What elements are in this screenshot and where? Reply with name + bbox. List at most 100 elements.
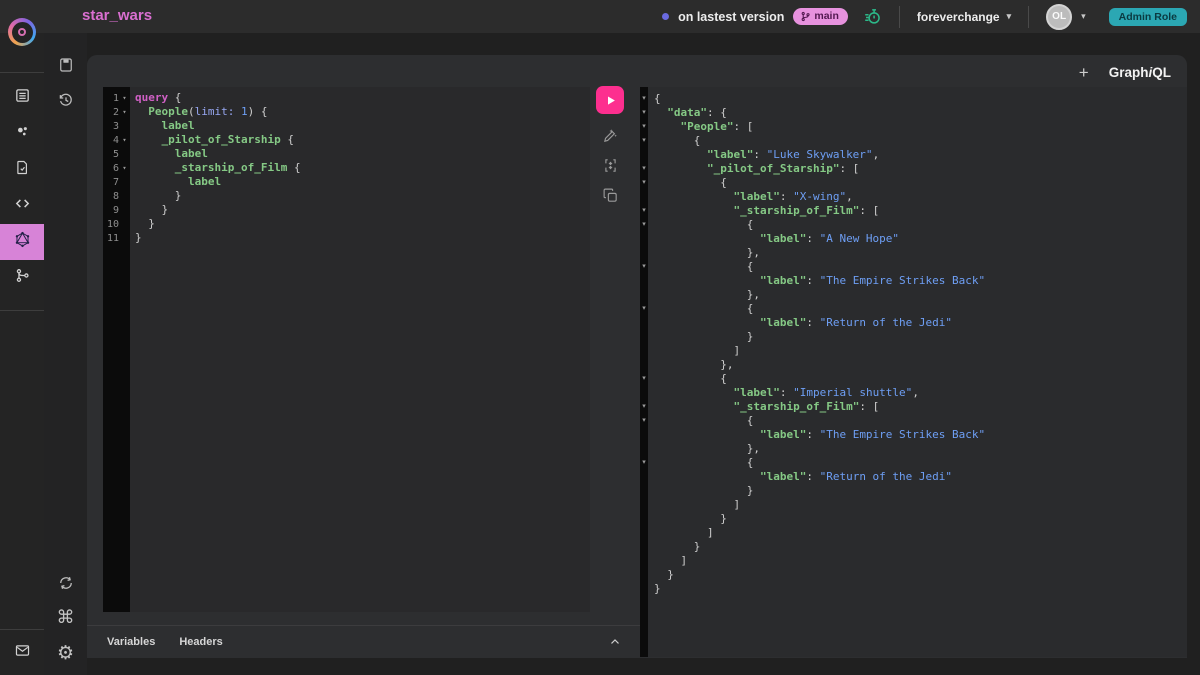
- fold-marker-icon[interactable]: ▾: [640, 179, 648, 186]
- fold-marker-icon[interactable]: ▾: [640, 207, 648, 214]
- sidebar-item-graphql-icon[interactable]: [0, 224, 44, 260]
- gutter-line[interactable]: 8: [103, 189, 130, 203]
- settings-icon[interactable]: ⚙: [44, 640, 87, 666]
- refetch-icon[interactable]: [44, 570, 87, 596]
- response-line: {: [654, 92, 1187, 106]
- response-line: ]: [654, 344, 1187, 358]
- fold-marker-icon[interactable]: ▾: [640, 95, 648, 102]
- gutter-line[interactable]: 1▾: [103, 91, 130, 105]
- merge-icon[interactable]: [602, 157, 619, 174]
- sidebar-item-mail-icon[interactable]: [0, 630, 44, 675]
- gutter-line[interactable]: 10: [103, 217, 130, 231]
- fold-marker-icon[interactable]: ▾: [640, 263, 648, 270]
- gutter-line[interactable]: 11: [103, 231, 130, 245]
- fold-marker-icon[interactable]: ▾: [640, 305, 648, 312]
- app-logo-icon[interactable]: [8, 18, 36, 46]
- response-line: "_starship_of_Film": [: [654, 204, 1187, 218]
- fold-marker-icon[interactable]: ▾: [640, 165, 648, 172]
- topbar-divider: [1028, 6, 1029, 28]
- session-header: + GraphiQL: [1079, 64, 1171, 81]
- chevron-up-icon[interactable]: [608, 635, 622, 654]
- response-line: {: [654, 176, 1187, 190]
- branch-badge[interactable]: main: [793, 8, 848, 25]
- response-fold-gutter: ▾ ▾ ▾ ▾ ▾ ▾ ▾ ▾ ▾ ▾ ▾ ▾ ▾ ▾: [640, 87, 648, 657]
- response-line: "label": "X-wing",: [654, 190, 1187, 204]
- copy-icon[interactable]: [602, 187, 619, 204]
- graphiql-panel: + GraphiQL 1▾2▾34▾56▾7891011 query { Peo…: [87, 55, 1187, 658]
- prettify-icon[interactable]: [602, 127, 619, 144]
- response-line: ]: [654, 526, 1187, 540]
- response-line: {: [654, 218, 1187, 232]
- shortcut-keys-icon[interactable]: ⌘: [44, 605, 87, 631]
- code-line: _pilot_of_Starship {: [135, 133, 590, 147]
- response-panel: ▾ ▾ ▾ ▾ ▾ ▾ ▾ ▾ ▾ ▾ ▾ ▾ ▾ ▾ { "data": { "People": [ {…: [640, 87, 1187, 657]
- fold-marker-icon[interactable]: ▾: [640, 403, 648, 410]
- response-line: "label": "A New Hope": [654, 232, 1187, 246]
- stopwatch-icon[interactable]: [863, 7, 882, 26]
- response-line: "label": "Imperial shuttle",: [654, 386, 1187, 400]
- gutter-line[interactable]: 9: [103, 203, 130, 217]
- graphql-icon: [14, 231, 31, 253]
- sidebar-item-cluster-icon[interactable]: [0, 116, 44, 152]
- fold-marker-icon[interactable]: ▾: [640, 123, 648, 130]
- history-icon[interactable]: [44, 87, 87, 113]
- page-title: star_wars: [82, 7, 152, 24]
- version-status-dot-icon: [662, 13, 669, 20]
- add-tab-button[interactable]: +: [1079, 64, 1089, 81]
- sidebar-item-git-merge-icon[interactable]: [0, 260, 44, 296]
- gutter-line[interactable]: 4▾: [103, 133, 130, 147]
- chevron-down-icon: ▾: [1007, 11, 1012, 22]
- code-line: }: [135, 189, 590, 203]
- docs-icon[interactable]: [44, 52, 87, 78]
- response-line: }: [654, 568, 1187, 582]
- version-status-text: on lastest version: [678, 10, 784, 24]
- response-line: "label": "Return of the Jedi": [654, 470, 1187, 484]
- editor-tools-bar: Variables Headers: [87, 625, 640, 658]
- avatar[interactable]: OL: [1046, 4, 1072, 30]
- app-sidebar: [0, 33, 44, 675]
- fold-marker-icon[interactable]: ▾: [640, 459, 648, 466]
- query-code[interactable]: query { People(limit: 1) { label _pilot_…: [130, 87, 590, 612]
- avatar-chevron-down-icon[interactable]: ▾: [1081, 11, 1086, 22]
- response-code: { "data": { "People": [ { "label": "Luke…: [648, 87, 1187, 657]
- response-line: {: [654, 302, 1187, 316]
- gutter-line[interactable]: 6▾: [103, 161, 130, 175]
- role-badge: Admin Role: [1109, 8, 1187, 26]
- response-line: },: [654, 288, 1187, 302]
- fold-marker-icon[interactable]: ▾: [640, 417, 648, 424]
- fold-marker-icon[interactable]: ▾: [640, 375, 648, 382]
- fold-marker-icon[interactable]: ▾: [640, 221, 648, 228]
- fold-marker-icon[interactable]: ▾: [640, 137, 648, 144]
- response-line: "label": "The Empire Strikes Back": [654, 274, 1187, 288]
- code-line: _starship_of_Film {: [135, 161, 590, 175]
- execute-button[interactable]: [596, 86, 624, 114]
- query-editor[interactable]: 1▾2▾34▾56▾7891011 query { People(limit: …: [103, 87, 590, 612]
- code-line: }: [135, 231, 590, 245]
- gutter-line[interactable]: 2▾: [103, 105, 130, 119]
- topbar-right: on lastest version main foreverchange ▾ …: [662, 0, 1187, 33]
- response-line: ]: [654, 498, 1187, 512]
- gutter-line[interactable]: 7: [103, 175, 130, 189]
- line-number-gutter: 1▾2▾34▾56▾7891011: [103, 87, 130, 612]
- org-dropdown[interactable]: foreverchange ▾: [917, 10, 1011, 24]
- gutter-line[interactable]: 5: [103, 147, 130, 161]
- sidebar-item-code-icon[interactable]: [0, 188, 44, 224]
- tab-headers[interactable]: Headers: [179, 636, 222, 648]
- sidebar-divider: [0, 72, 44, 73]
- response-line: "_starship_of_Film": [: [654, 400, 1187, 414]
- tab-variables[interactable]: Variables: [107, 636, 155, 648]
- code-line: query {: [135, 91, 590, 105]
- topbar-divider: [899, 6, 900, 28]
- sidebar-item-table-icon[interactable]: [0, 80, 44, 116]
- response-line: },: [654, 442, 1187, 456]
- response-line: }: [654, 484, 1187, 498]
- mail-icon: [14, 642, 31, 664]
- fold-marker-icon[interactable]: ▾: [640, 109, 648, 116]
- document-check-icon: [14, 159, 31, 181]
- git-merge-icon: [14, 267, 31, 289]
- table-icon: [14, 87, 31, 109]
- response-line: "data": {: [654, 106, 1187, 120]
- response-line: }: [654, 512, 1187, 526]
- gutter-line[interactable]: 3: [103, 119, 130, 133]
- sidebar-item-document-check-icon[interactable]: [0, 152, 44, 188]
